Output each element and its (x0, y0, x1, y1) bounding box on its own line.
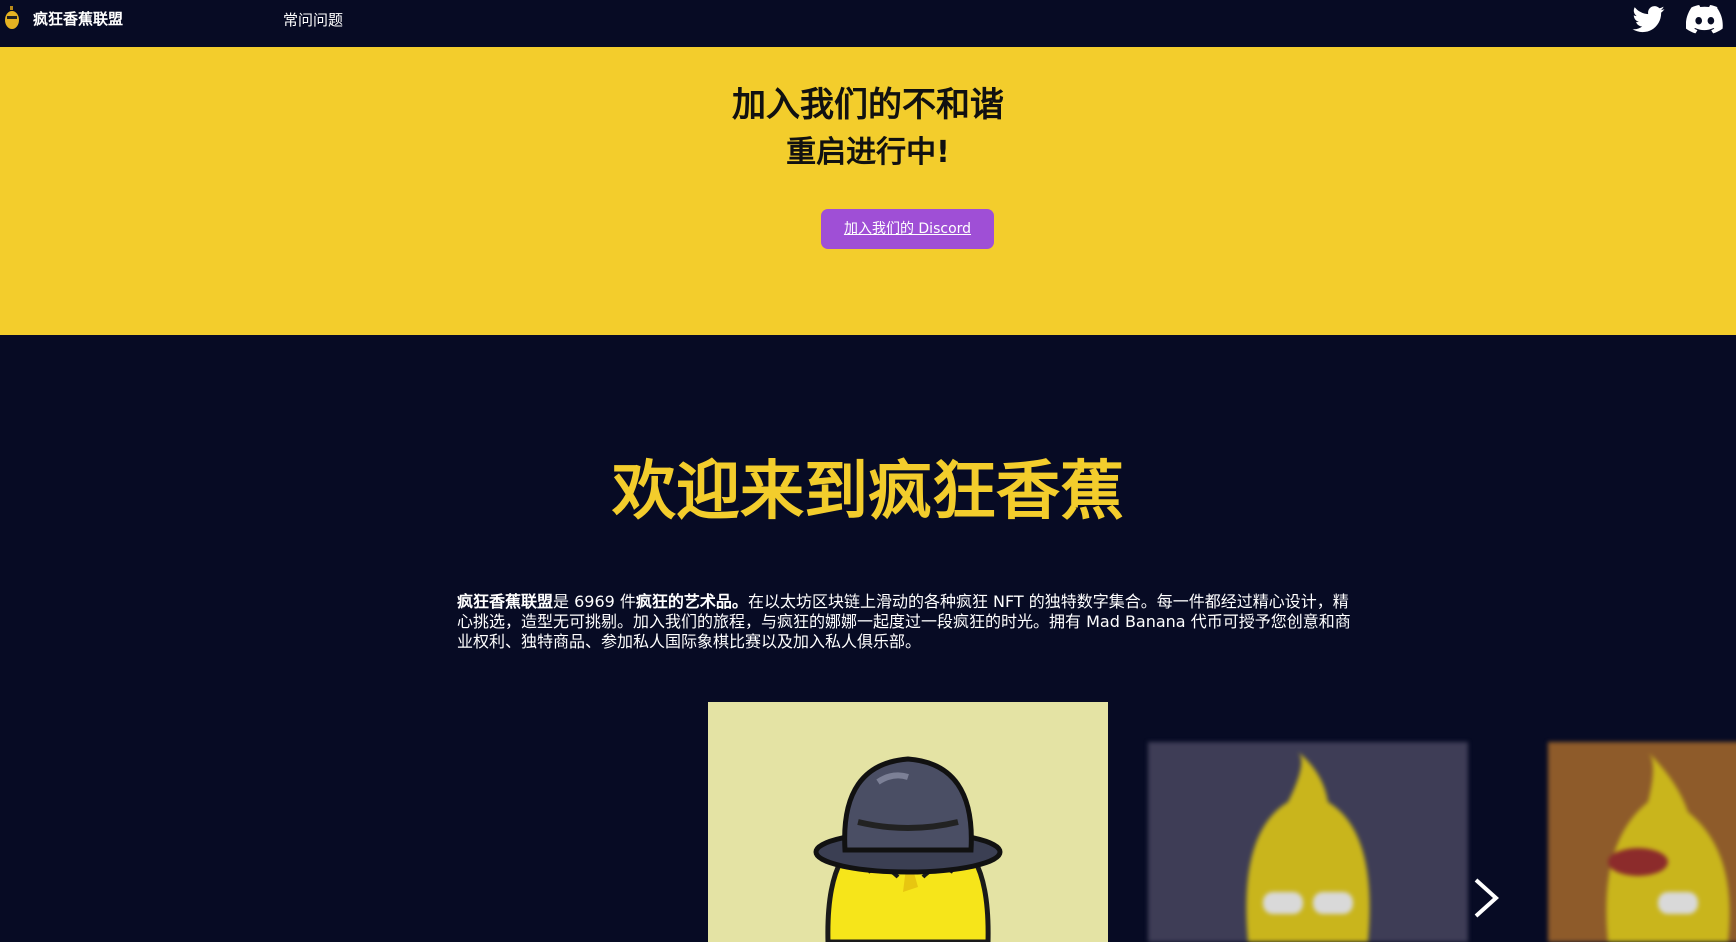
welcome-title: 欢迎来到疯狂香蕉 (612, 455, 1124, 529)
banana-logo-icon[interactable] (2, 4, 22, 30)
intro-brand: 疯狂香蕉联盟 (457, 592, 554, 611)
banana-red-scarf-image (1606, 752, 1730, 942)
nft-card-tertiary[interactable] (1548, 742, 1736, 942)
twitter-icon[interactable] (1631, 3, 1667, 35)
intro-bold-2: 疯狂的艺术品。 (635, 592, 748, 611)
nav-brand-link[interactable]: 疯狂香蕉联盟 (33, 8, 123, 29)
discord-banner: 加入我们的不和谐 重启进行中! 加入我们的 Discord (0, 47, 1736, 335)
nft-card-main[interactable] (708, 702, 1108, 942)
banner-title: 加入我们的不和谐 (732, 85, 1004, 125)
discord-icon[interactable] (1686, 5, 1724, 34)
chevron-right-icon[interactable] (1470, 876, 1502, 920)
banana-bowler-hat-image (813, 756, 1003, 942)
intro-text-1: 是 6969 件 (553, 592, 636, 611)
intro-paragraph: 疯狂香蕉联盟是 6969 件疯狂的艺术品。在以太坊区块链上滑动的各种疯狂 NFT… (457, 592, 1352, 652)
join-discord-button[interactable]: 加入我们的 Discord (821, 209, 994, 249)
banana-sunglasses-image (1246, 752, 1370, 942)
top-nav: 疯狂香蕉联盟 常问问题 (0, 0, 1736, 47)
nav-faq-link[interactable]: 常问问题 (283, 9, 343, 30)
banner-subtitle: 重启进行中! (786, 135, 950, 170)
nft-card-secondary[interactable] (1148, 742, 1468, 942)
